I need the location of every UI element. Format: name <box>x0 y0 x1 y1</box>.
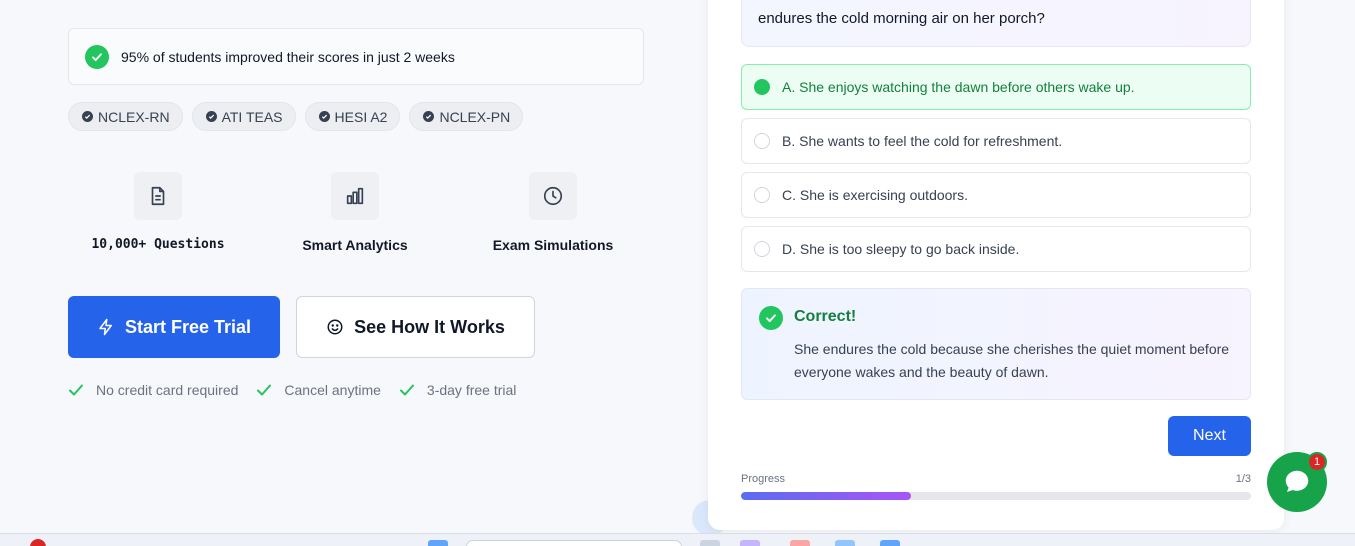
tag-label: ATI TEAS <box>221 108 283 125</box>
perk-label: 3-day free trial <box>426 382 517 398</box>
tag-ati-teas: ATI TEAS <box>191 102 296 131</box>
smiley-icon <box>327 319 343 335</box>
weather-icon[interactable] <box>30 539 46 546</box>
tag-label: HESI A2 <box>334 108 388 125</box>
answer-feedback: Correct! She endures the cold because sh… <box>741 288 1251 400</box>
taskbar-search[interactable] <box>466 540 682 546</box>
radio-icon <box>754 187 770 203</box>
check-badge-icon <box>82 111 93 122</box>
feature-label: 10,000+ Questions <box>91 237 225 252</box>
answer-option-d[interactable]: D. She is too sleepy to go back inside. <box>741 226 1251 272</box>
feature-label: Exam Simulations <box>492 237 614 253</box>
see-how-it-works-button[interactable]: See How It Works <box>296 296 535 358</box>
feature-label: Smart Analytics <box>302 237 408 253</box>
perk-label: No credit card required <box>96 382 239 398</box>
windows-start-icon[interactable] <box>428 540 448 546</box>
option-label: B. She wants to feel the cold for refres… <box>782 133 1063 149</box>
check-badge-icon <box>423 111 435 122</box>
perk-item: Cancel anytime <box>256 382 381 398</box>
tag-nclex-rn: NCLEX-RN <box>68 102 183 131</box>
answer-option-c[interactable]: C. She is exercising outdoors. <box>741 172 1251 218</box>
taskbar-app-icon[interactable] <box>790 540 810 546</box>
stat-banner: 95% of students improved their scores in… <box>68 28 644 85</box>
checkmark-icon <box>69 384 83 396</box>
tag-label: NCLEX-PN <box>439 108 511 125</box>
option-label: A. She enjoys watching the dawn before o… <box>782 79 1135 95</box>
taskbar-app-icon[interactable] <box>700 540 720 546</box>
taskbar-app-icon[interactable] <box>740 540 760 546</box>
feedback-title: Correct! <box>794 308 857 325</box>
progress-fill <box>741 492 911 500</box>
perk-item: 3-day free trial <box>399 382 516 398</box>
document-icon <box>134 172 182 220</box>
progress-bar <box>741 492 1251 500</box>
question-text: endures the cold morning air on her porc… <box>758 10 1045 27</box>
bar-chart-icon <box>331 172 379 220</box>
hero-panel: 95% of students improved their scores in… <box>0 0 700 533</box>
perk-label: Cancel anytime <box>284 382 381 398</box>
radio-icon <box>754 241 770 257</box>
exam-tags: NCLEX-RN ATI TEAS HESI A2 NCLEX-PN <box>68 102 524 131</box>
tag-nclex-pn: NCLEX-PN <box>409 102 524 131</box>
option-label: D. She is too sleepy to go back inside. <box>782 241 1020 257</box>
feature-simulations: Exam Simulations <box>463 172 643 253</box>
feature-questions: 10,000+ Questions <box>68 172 248 252</box>
next-button[interactable]: Next <box>1168 416 1251 456</box>
lightning-icon <box>99 318 112 336</box>
checkmark-icon <box>399 384 414 396</box>
os-taskbar <box>0 533 1355 546</box>
progress-count: 1/3 <box>1235 473 1251 485</box>
check-badge-icon <box>205 111 217 122</box>
radio-selected-icon <box>754 79 770 95</box>
check-badge-icon <box>318 111 330 122</box>
start-free-trial-button[interactable]: Start Free Trial <box>68 296 280 358</box>
check-circle-icon <box>85 44 109 69</box>
button-label: See How It Works <box>354 316 505 337</box>
quiz-card: endures the cold morning air on her porc… <box>708 0 1284 530</box>
feedback-explanation: She endures the cold because she cherish… <box>794 341 1230 380</box>
question-box: endures the cold morning air on her porc… <box>741 0 1251 47</box>
taskbar-app-icon[interactable] <box>880 540 900 546</box>
clock-icon <box>529 172 577 220</box>
perk-item: No credit card required <box>68 382 238 398</box>
progress-label: Progress <box>741 473 786 485</box>
feature-list: 10,000+ Questions Smart Analytics Exam S… <box>68 172 658 253</box>
taskbar-app-icon[interactable] <box>835 540 855 546</box>
checkmark-icon <box>257 384 272 396</box>
option-label: C. She is exercising outdoors. <box>782 187 968 203</box>
answer-option-b[interactable]: B. She wants to feel the cold for refres… <box>741 118 1251 164</box>
feature-analytics: Smart Analytics <box>265 172 445 253</box>
tag-label: NCLEX-RN <box>98 108 170 125</box>
answer-option-a[interactable]: A. She enjoys watching the dawn before o… <box>741 64 1251 110</box>
chat-notification-badge: 1 <box>1307 452 1327 472</box>
check-circle-icon <box>759 306 783 330</box>
tag-hesi-a2: HESI A2 <box>304 102 401 131</box>
radio-icon <box>754 133 770 149</box>
stat-text: 95% of students improved their scores in… <box>121 48 455 65</box>
chat-bubble-icon <box>1285 470 1309 492</box>
perk-list: No credit card required Cancel anytime 3… <box>68 382 516 398</box>
button-label: Start Free Trial <box>124 316 252 337</box>
